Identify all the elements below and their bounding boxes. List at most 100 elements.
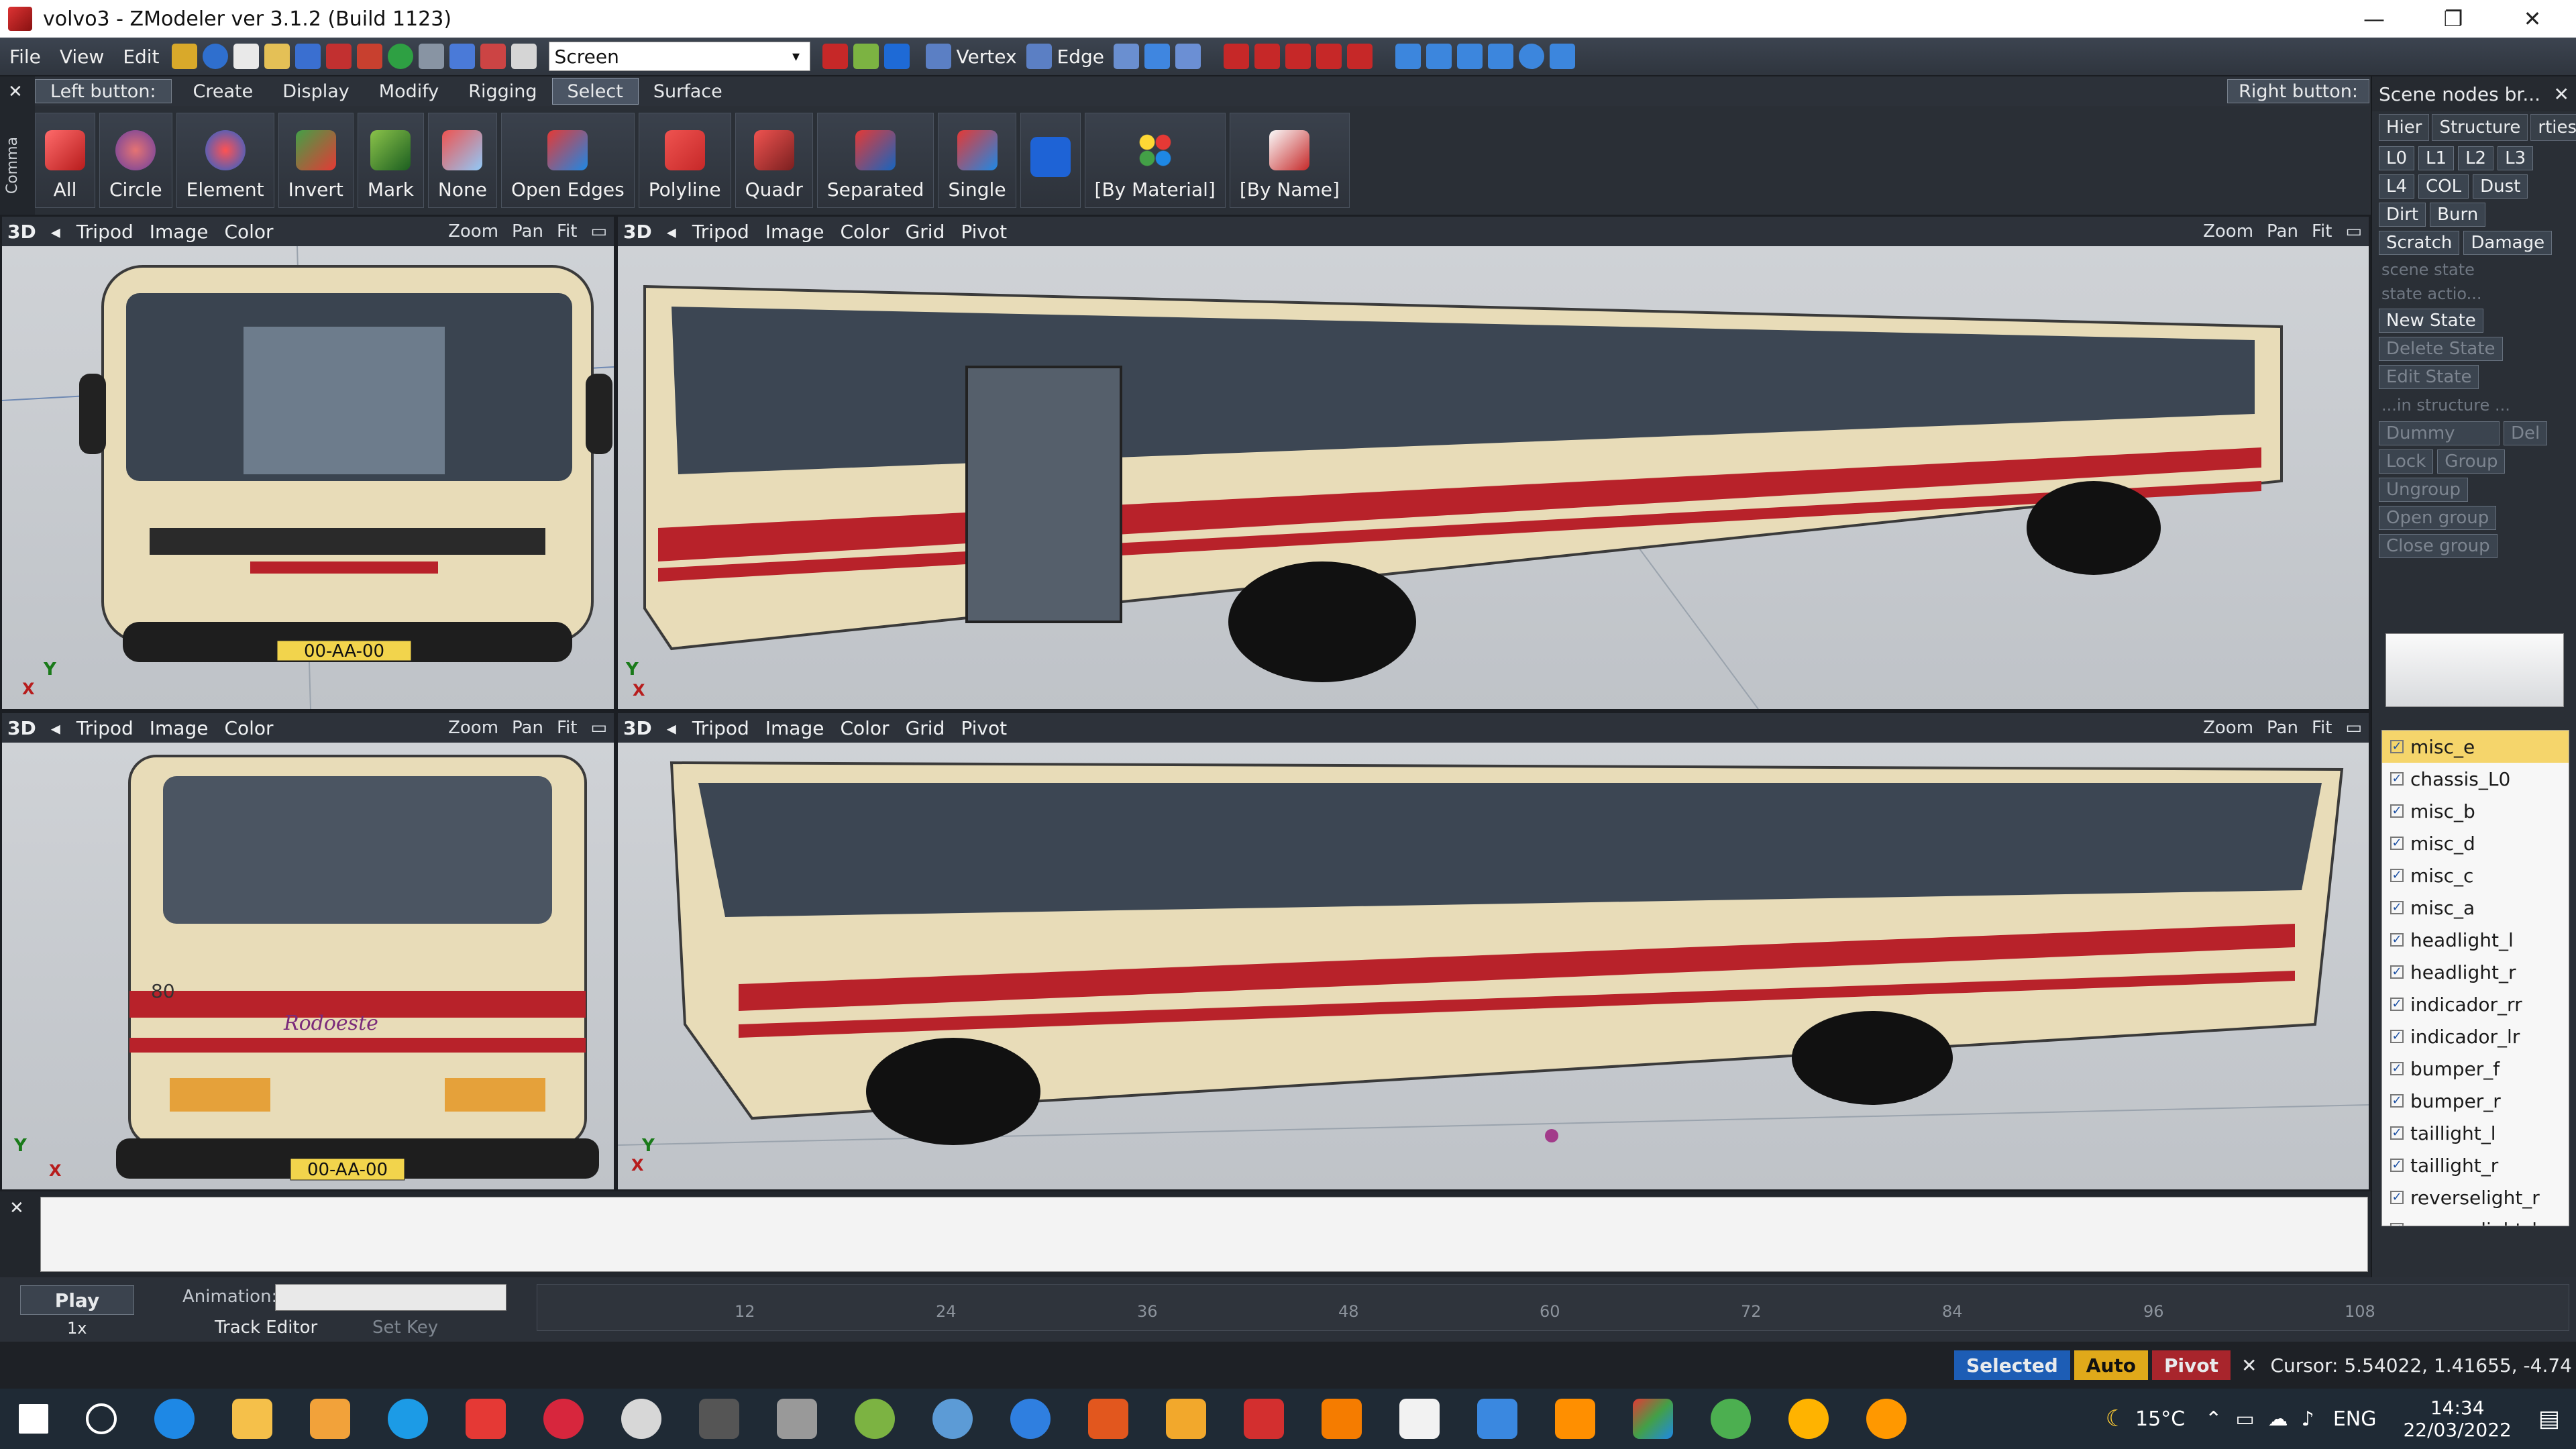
notepad-icon[interactable] — [1399, 1399, 1440, 1439]
fit-button[interactable]: Fit — [2305, 221, 2339, 241]
timeline-track[interactable]: 12 24 36 48 60 72 84 96 108 — [537, 1284, 2569, 1331]
checkbox-icon[interactable]: ✓ — [2390, 1126, 2404, 1140]
edit-state-button[interactable]: Edit State — [2379, 365, 2479, 389]
checkbox-icon[interactable]: ✓ — [2390, 869, 2404, 882]
checkbox-icon[interactable]: ✓ — [2390, 740, 2404, 753]
magnet-icon[interactable] — [356, 44, 382, 69]
list-item[interactable]: ✓ headlight_l — [2382, 924, 2569, 956]
command-input[interactable] — [40, 1197, 2368, 1272]
tripod-menu[interactable]: Tripod — [68, 717, 142, 739]
viewport-front[interactable]: 3D ◂ Tripod Image Color Zoom Pan Fit ▭ 0… — [0, 215, 616, 711]
opera-icon[interactable] — [543, 1399, 584, 1439]
select-separated-button[interactable]: Separated — [816, 113, 934, 208]
save-icon[interactable] — [294, 44, 321, 69]
axis-y-lock-icon[interactable] — [853, 44, 879, 69]
cloud-app-icon[interactable] — [932, 1399, 973, 1439]
edge-mode-label[interactable]: Edge — [1057, 46, 1104, 68]
state-burn-button[interactable]: Burn — [2430, 203, 2486, 227]
help-icon[interactable] — [202, 44, 228, 69]
list-item[interactable]: ✓ misc_b — [2382, 795, 2569, 827]
close-group-button[interactable]: Close group — [2379, 534, 2498, 558]
edge-browser-icon[interactable] — [154, 1399, 195, 1439]
checkbox-icon[interactable]: ✓ — [2390, 804, 2404, 818]
close-panel-icon[interactable]: ✕ — [2554, 83, 2569, 105]
view-front-icon[interactable] — [1426, 44, 1452, 69]
checkbox-icon[interactable]: ✓ — [2390, 1062, 2404, 1075]
select-mark-button[interactable]: Mark — [357, 113, 424, 208]
obs-icon[interactable] — [621, 1399, 661, 1439]
zmodeler-z-icon[interactable] — [1166, 1399, 1206, 1439]
delete-node-button[interactable]: Del — [2504, 421, 2548, 445]
screen-recorder-icon[interactable] — [466, 1399, 506, 1439]
checkbox-icon[interactable]: ✓ — [2390, 1094, 2404, 1108]
fit-button[interactable]: Fit — [2305, 718, 2339, 738]
face-mode-icon[interactable] — [1114, 44, 1140, 69]
play-button[interactable]: Play — [20, 1285, 134, 1315]
chevron-left-icon[interactable]: ◂ — [659, 717, 684, 739]
menu-file[interactable]: File — [0, 46, 50, 68]
cloud-icon[interactable]: ☁ — [2268, 1407, 2288, 1431]
viewport-mode-label[interactable]: 3D — [618, 717, 659, 739]
xbox-app-icon[interactable] — [855, 1399, 895, 1439]
viewport-canvas[interactable] — [618, 246, 2369, 709]
delete-state-button[interactable]: Delete State — [2379, 337, 2503, 361]
view-side-icon[interactable] — [1457, 44, 1483, 69]
image-menu[interactable]: Image — [142, 221, 217, 243]
tab-display[interactable]: Display — [268, 78, 364, 105]
chevron-left-icon[interactable]: ◂ — [659, 221, 684, 243]
state-scratch-button[interactable]: Scratch — [2379, 231, 2460, 255]
maximize-viewport-icon[interactable]: ▭ — [584, 221, 614, 241]
close-button[interactable]: ✕ — [2493, 0, 2572, 38]
list-item[interactable]: ✓ misc_c — [2382, 859, 2569, 892]
pan-button[interactable]: Pan — [2260, 221, 2305, 241]
new-state-button[interactable]: New State — [2379, 309, 2483, 333]
speed-selector[interactable]: 1x — [67, 1319, 87, 1338]
select-quadr-button[interactable]: Quadr — [735, 113, 813, 208]
pan-button[interactable]: Pan — [505, 221, 550, 241]
group-button[interactable]: Group — [2437, 449, 2506, 474]
list-item[interactable]: ✓ misc_d — [2382, 827, 2569, 859]
set-key-button[interactable]: Set Key — [372, 1318, 438, 1338]
lock-node-button[interactable]: Lock — [2379, 449, 2434, 474]
edge-icon[interactable] — [1026, 44, 1052, 69]
grid-menu[interactable]: Grid — [898, 717, 953, 739]
select-by-material-button[interactable]: [By Material] — [1084, 113, 1226, 208]
weather-icon[interactable]: ☾ — [2106, 1405, 2126, 1432]
tab-surface[interactable]: Surface — [639, 78, 737, 105]
copy-icon[interactable] — [511, 44, 537, 69]
game-icon[interactable] — [699, 1399, 739, 1439]
tripod-menu[interactable]: Tripod — [68, 221, 142, 243]
media-player-icon[interactable] — [310, 1399, 350, 1439]
list-item[interactable]: ✓ taillight_r — [2382, 1149, 2569, 1181]
tab-rigging[interactable]: Rigging — [453, 78, 551, 105]
image-menu[interactable]: Image — [757, 717, 833, 739]
list-item[interactable]: ✓ headlight_r — [2382, 956, 2569, 988]
zoom-button[interactable]: Zoom — [441, 718, 505, 738]
checkbox-icon[interactable]: ✓ — [2390, 772, 2404, 786]
notifications-icon[interactable]: ▤ — [2538, 1405, 2560, 1432]
lod-col-button[interactable]: COL — [2418, 174, 2469, 199]
clock[interactable]: 14:34 22/03/2022 — [2403, 1397, 2511, 1441]
tab-select[interactable]: Select — [551, 78, 639, 105]
checkbox-icon[interactable]: ✓ — [2390, 1159, 2404, 1172]
axis-x-lock-icon[interactable] — [822, 44, 848, 69]
snap-icon[interactable] — [171, 44, 197, 69]
checkbox-icon[interactable]: ✓ — [2390, 933, 2404, 947]
close-panel-icon[interactable]: ✕ — [8, 82, 23, 102]
select-all-button[interactable]: All — [35, 113, 95, 208]
tab-hierarchy[interactable]: Hier — [2379, 114, 2430, 141]
auto-mode-badge[interactable]: Auto — [2074, 1350, 2149, 1380]
chevron-up-icon[interactable]: ⌃ — [2205, 1407, 2222, 1431]
select-by-id-button[interactable] — [1020, 113, 1081, 208]
viewport-mode-label[interactable]: 3D — [618, 221, 659, 243]
viewport-canvas[interactable]: 00-AA-00 — [2, 246, 614, 709]
scale-tool-icon[interactable] — [1285, 44, 1311, 69]
list-item[interactable]: ✓ misc_e — [2382, 731, 2569, 763]
color-menu[interactable]: Color — [832, 717, 897, 739]
viewport-canvas[interactable]: 00-AA-00 80 Rodoeste — [2, 743, 614, 1189]
view-perspective-icon[interactable] — [1488, 44, 1514, 69]
redo-icon[interactable] — [480, 44, 506, 69]
zoom-button[interactable]: Zoom — [2196, 221, 2260, 241]
pivot-menu[interactable]: Pivot — [953, 221, 1015, 243]
clipboard-icon[interactable] — [418, 44, 444, 69]
